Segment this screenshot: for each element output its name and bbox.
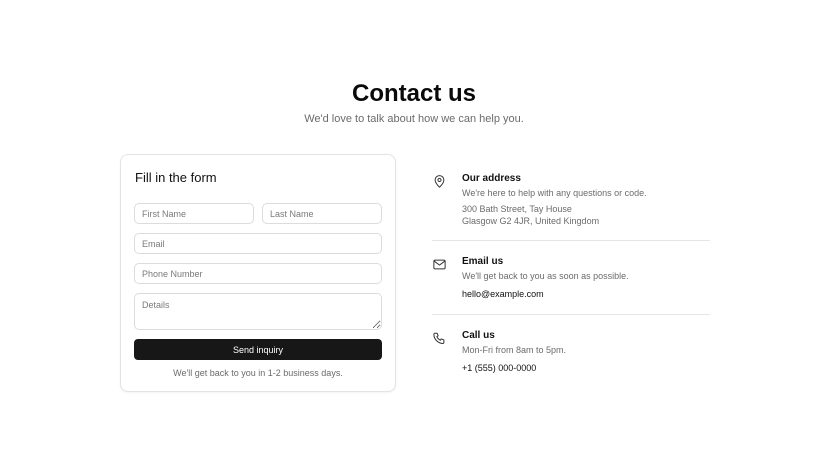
last-name-input[interactable]: [262, 203, 382, 224]
form-note: We'll get back to you in 1-2 business da…: [173, 368, 343, 378]
phone-icon: [432, 331, 447, 346]
divider: [432, 314, 710, 315]
address-line-1: 300 Bath Street, Tay House: [462, 204, 572, 214]
address-description: We're here to help with any questions or…: [462, 188, 647, 198]
page-title: Contact us: [351, 80, 476, 107]
map-pin-icon: [432, 174, 447, 189]
email-section: Email us We'll get back to you as soon a…: [432, 255, 710, 301]
address-title: Our address: [462, 173, 521, 184]
mail-icon: [432, 257, 447, 272]
phone-title: Call us: [462, 330, 495, 341]
phone-input[interactable]: [134, 263, 382, 284]
divider: [432, 240, 710, 241]
phone-description: Mon-Fri from 8am to 5pm.: [462, 345, 567, 355]
form-title: Fill in the form: [135, 170, 217, 185]
email-link[interactable]: hello@example.com: [462, 288, 544, 300]
details-textarea[interactable]: [134, 293, 382, 330]
email-input[interactable]: [134, 233, 382, 254]
email-description: We'll get back to you as soon as possibl…: [462, 271, 629, 281]
contact-form-card: Fill in the form Send inquiry We'll get …: [120, 154, 396, 392]
address-section: Our address We're here to help with any …: [432, 172, 710, 228]
address-line-2: Glasgow G2 4JR, United Kingdom: [462, 216, 600, 226]
phone-section: Call us Mon-Fri from 8am to 5pm. +1 (555…: [432, 329, 710, 375]
page-subtitle: We'd love to talk about how we can help …: [304, 113, 524, 125]
email-title: Email us: [462, 256, 504, 267]
send-inquiry-button[interactable]: Send inquiry: [134, 339, 382, 360]
first-name-input[interactable]: [134, 203, 254, 224]
phone-link[interactable]: +1 (555) 000-0000: [462, 362, 536, 374]
